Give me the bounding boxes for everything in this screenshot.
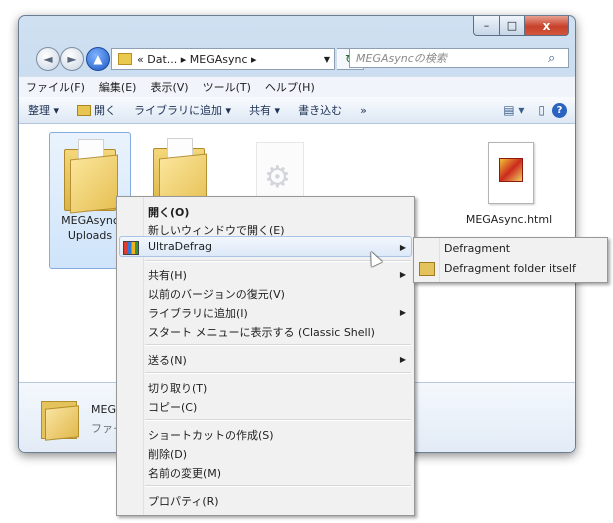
- organize-button[interactable]: 整理 ▾: [19, 102, 68, 118]
- menu-item-delete[interactable]: 削除(D): [148, 446, 187, 462]
- menu-item-properties[interactable]: プロパティ(R): [148, 493, 219, 509]
- close-button[interactable]: x: [525, 16, 569, 36]
- burn-button[interactable]: 書き込む: [289, 102, 351, 118]
- address-dropdown-icon[interactable]: ▼: [320, 55, 334, 64]
- minimize-icon: –: [483, 19, 490, 32]
- folder-icon: [118, 53, 132, 65]
- menu-bar: ファイル(F) 編集(E) 表示(V) ツール(T) ヘルプ(H): [19, 76, 575, 98]
- menu-separator: [145, 344, 411, 346]
- menu-item-rename[interactable]: 名前の変更(M): [148, 465, 221, 481]
- folder-icon: [419, 262, 435, 276]
- menu-item-send-to[interactable]: 送る(N): [148, 352, 187, 368]
- menu-separator: [145, 372, 411, 374]
- menu-edit[interactable]: 編集(E): [92, 79, 144, 95]
- menu-separator: [145, 485, 411, 487]
- menu-file[interactable]: ファイル(F): [19, 79, 92, 95]
- search-input[interactable]: MEGAsyncの検索 ⌕: [349, 48, 569, 68]
- menu-help[interactable]: ヘルプ(H): [258, 79, 322, 95]
- file-name: MEGAsync.html: [465, 213, 553, 226]
- share-button[interactable]: 共有 ▾: [240, 102, 289, 118]
- caption-buttons: – □ x: [473, 16, 569, 36]
- menu-item-copy[interactable]: コピー(C): [148, 399, 197, 415]
- menu-tools[interactable]: ツール(T): [196, 79, 258, 95]
- change-view-icon[interactable]: ▤ ▾: [496, 103, 531, 117]
- menu-item-share[interactable]: 共有(H): [148, 267, 187, 283]
- add-to-library-button[interactable]: ライブラリに追加 ▾: [125, 102, 240, 118]
- details-name: MEG: [91, 403, 116, 416]
- forward-button[interactable]: ►: [60, 47, 84, 71]
- menu-item-add-to-library[interactable]: ライブラリに追加(I): [148, 305, 248, 321]
- address-row: ◄ ► ▲ « Dat... ▸ MEGAsync ▸ ▼ ↻ MEGAsync…: [19, 42, 575, 72]
- up-button[interactable]: ▲: [86, 47, 110, 71]
- html-file-icon: [482, 142, 536, 208]
- menu-item-restore-versions[interactable]: 以前のバージョンの復元(V): [148, 286, 285, 302]
- maximize-button[interactable]: □: [500, 16, 525, 36]
- maximize-icon: □: [506, 19, 518, 32]
- submenu-arrow-icon: ▶: [399, 270, 406, 279]
- help-icon[interactable]: ?: [552, 102, 567, 118]
- ultradefrag-submenu: Defragment Defragment folder itself: [413, 237, 608, 283]
- menu-view[interactable]: 表示(V): [143, 79, 195, 95]
- menu-item-defragment-folder[interactable]: Defragment folder itself: [444, 262, 576, 275]
- menu-item-open[interactable]: 開く(O): [148, 204, 189, 220]
- menu-item-cut[interactable]: 切り取り(T): [148, 380, 207, 396]
- up-arrow-icon: ▲: [93, 52, 103, 66]
- address-bar[interactable]: « Dat... ▸ MEGAsync ▸ ▼: [111, 48, 335, 70]
- address-path: « Dat... ▸ MEGAsync ▸: [137, 52, 257, 66]
- preview-pane-icon[interactable]: ▯: [531, 103, 552, 117]
- open-folder-icon: [77, 104, 92, 116]
- forward-arrow-icon: ►: [67, 52, 77, 66]
- file-item-megasync-html[interactable]: MEGAsync.html: [464, 132, 554, 227]
- menu-item-defragment[interactable]: Defragment: [444, 242, 510, 255]
- search-icon[interactable]: ⌕: [548, 51, 564, 67]
- menu-item-classic-shell[interactable]: スタート メニューに表示する (Classic Shell): [148, 324, 375, 340]
- submenu-arrow-icon: ▶: [399, 355, 406, 364]
- open-button[interactable]: 開く: [68, 102, 125, 118]
- folder-icon: [64, 139, 118, 214]
- back-button[interactable]: ◄: [36, 47, 60, 71]
- view-controls: ▤ ▾ ▯ ?: [496, 102, 575, 118]
- submenu-arrow-icon: ▶: [399, 308, 406, 317]
- more-commands-button[interactable]: »: [351, 104, 376, 117]
- back-arrow-icon: ◄: [43, 52, 53, 66]
- close-icon: x: [542, 18, 551, 33]
- ultradefrag-icon: [123, 241, 139, 255]
- search-placeholder: MEGAsyncの検索: [356, 52, 447, 65]
- folder-icon: [41, 397, 79, 441]
- submenu-arrow-icon: ▶: [399, 243, 406, 252]
- command-bar: 整理 ▾ 開く ライブラリに追加 ▾ 共有 ▾ 書き込む » ▤ ▾ ▯ ?: [19, 97, 575, 124]
- menu-separator: [145, 419, 411, 421]
- minimize-button[interactable]: –: [473, 16, 500, 36]
- menu-item-ultradefrag[interactable]: UltraDefrag: [148, 240, 212, 253]
- open-label: 開く: [94, 104, 117, 117]
- context-menu: 開く(O) 新しいウィンドウで開く(E) UltraDefrag ▶ 共有(H)…: [116, 196, 415, 516]
- menu-item-open-new-window[interactable]: 新しいウィンドウで開く(E): [148, 222, 285, 238]
- menu-item-create-shortcut[interactable]: ショートカットの作成(S): [148, 427, 274, 443]
